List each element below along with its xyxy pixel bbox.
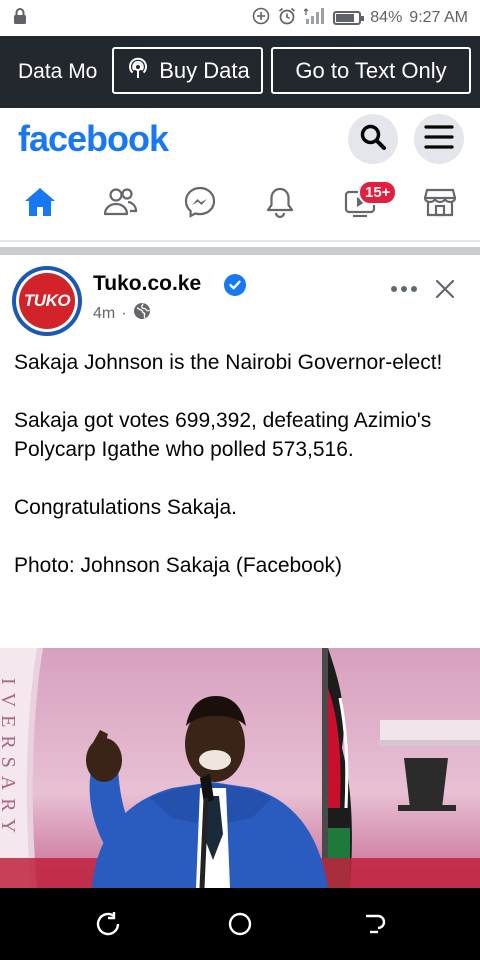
nav-messenger[interactable] — [178, 184, 222, 224]
globe-icon — [133, 302, 151, 325]
signal-icon — [303, 7, 326, 30]
alarm-icon — [277, 6, 297, 31]
post-paragraph: Sakaja Johnson is the Nairobi Governor-e… — [14, 351, 443, 374]
post-text: Sakaja Johnson is the Nairobi Governor-e… — [14, 348, 464, 609]
status-bar: 84% 9:27 AM — [0, 0, 480, 36]
nav-divider — [0, 240, 480, 242]
battery-level — [336, 14, 355, 22]
avatar-logo-text: TUKO — [19, 273, 75, 329]
nav-marketplace[interactable] — [418, 184, 462, 224]
nav-watch[interactable]: 15+ — [338, 180, 398, 224]
page-avatar[interactable]: TUKO — [12, 266, 82, 336]
nav-friends[interactable] — [98, 184, 142, 224]
lock-icon — [12, 7, 28, 30]
post-photo[interactable]: IVERSARY — [0, 648, 480, 888]
back-icon[interactable] — [360, 910, 388, 938]
data-mode-label: Data Mo — [18, 60, 98, 83]
battery-icon — [333, 11, 365, 25]
facebook-logo[interactable]: facebook — [18, 118, 169, 160]
meta-separator: · — [121, 304, 127, 322]
post-paragraph: Photo: Johnson Sakaja (Facebook) — [14, 554, 343, 577]
broadcast-icon — [125, 55, 151, 87]
home-icon — [23, 186, 57, 223]
fb-header: facebook — [0, 108, 480, 172]
text-only-label: Go to Text Only — [295, 57, 447, 83]
clock: 9:27 AM — [409, 9, 468, 26]
nav-notifications[interactable] — [258, 184, 302, 224]
hamburger-icon — [424, 124, 454, 155]
more-options-icon[interactable] — [388, 278, 420, 300]
home-circle-icon[interactable] — [226, 910, 254, 938]
text-only-button[interactable]: Go to Text Only — [271, 47, 471, 94]
buy-data-label: Buy Data — [159, 57, 250, 83]
add-circle-icon — [252, 7, 270, 30]
android-nav-bar — [0, 888, 480, 960]
battery-percent: 84% — [370, 9, 403, 26]
nav-home[interactable] — [18, 184, 62, 224]
close-icon[interactable] — [432, 276, 458, 302]
post-meta: 4m · — [93, 302, 151, 325]
post-time[interactable]: 4m — [93, 305, 115, 323]
data-mode-bar: Data Mo Buy Data Go to Text Only — [0, 36, 480, 108]
search-button[interactable] — [348, 114, 398, 164]
post-paragraph: Sakaja got votes 699,392, defeating Azim… — [14, 409, 432, 461]
bell-icon — [264, 185, 296, 224]
menu-button[interactable] — [414, 114, 464, 164]
verified-badge-icon — [224, 274, 246, 296]
main-nav: 15+ — [0, 172, 480, 236]
photo-illustration: IVERSARY — [0, 648, 480, 888]
page-name[interactable]: Tuko.co.ke — [93, 272, 201, 296]
buy-data-button[interactable]: Buy Data — [112, 47, 263, 94]
watch-badge: 15+ — [358, 180, 398, 205]
photo-sign-letters: IVERSARY — [0, 678, 19, 841]
recent-apps-icon[interactable] — [94, 910, 122, 938]
search-icon — [359, 123, 387, 156]
store-icon — [423, 186, 457, 223]
post-header: TUKO Tuko.co.ke 4m · — [0, 266, 480, 336]
post-paragraph: Congratulations Sakaja. — [14, 496, 237, 519]
messenger-icon — [183, 185, 217, 224]
friends-icon — [102, 187, 138, 222]
feed-separator — [0, 247, 480, 255]
